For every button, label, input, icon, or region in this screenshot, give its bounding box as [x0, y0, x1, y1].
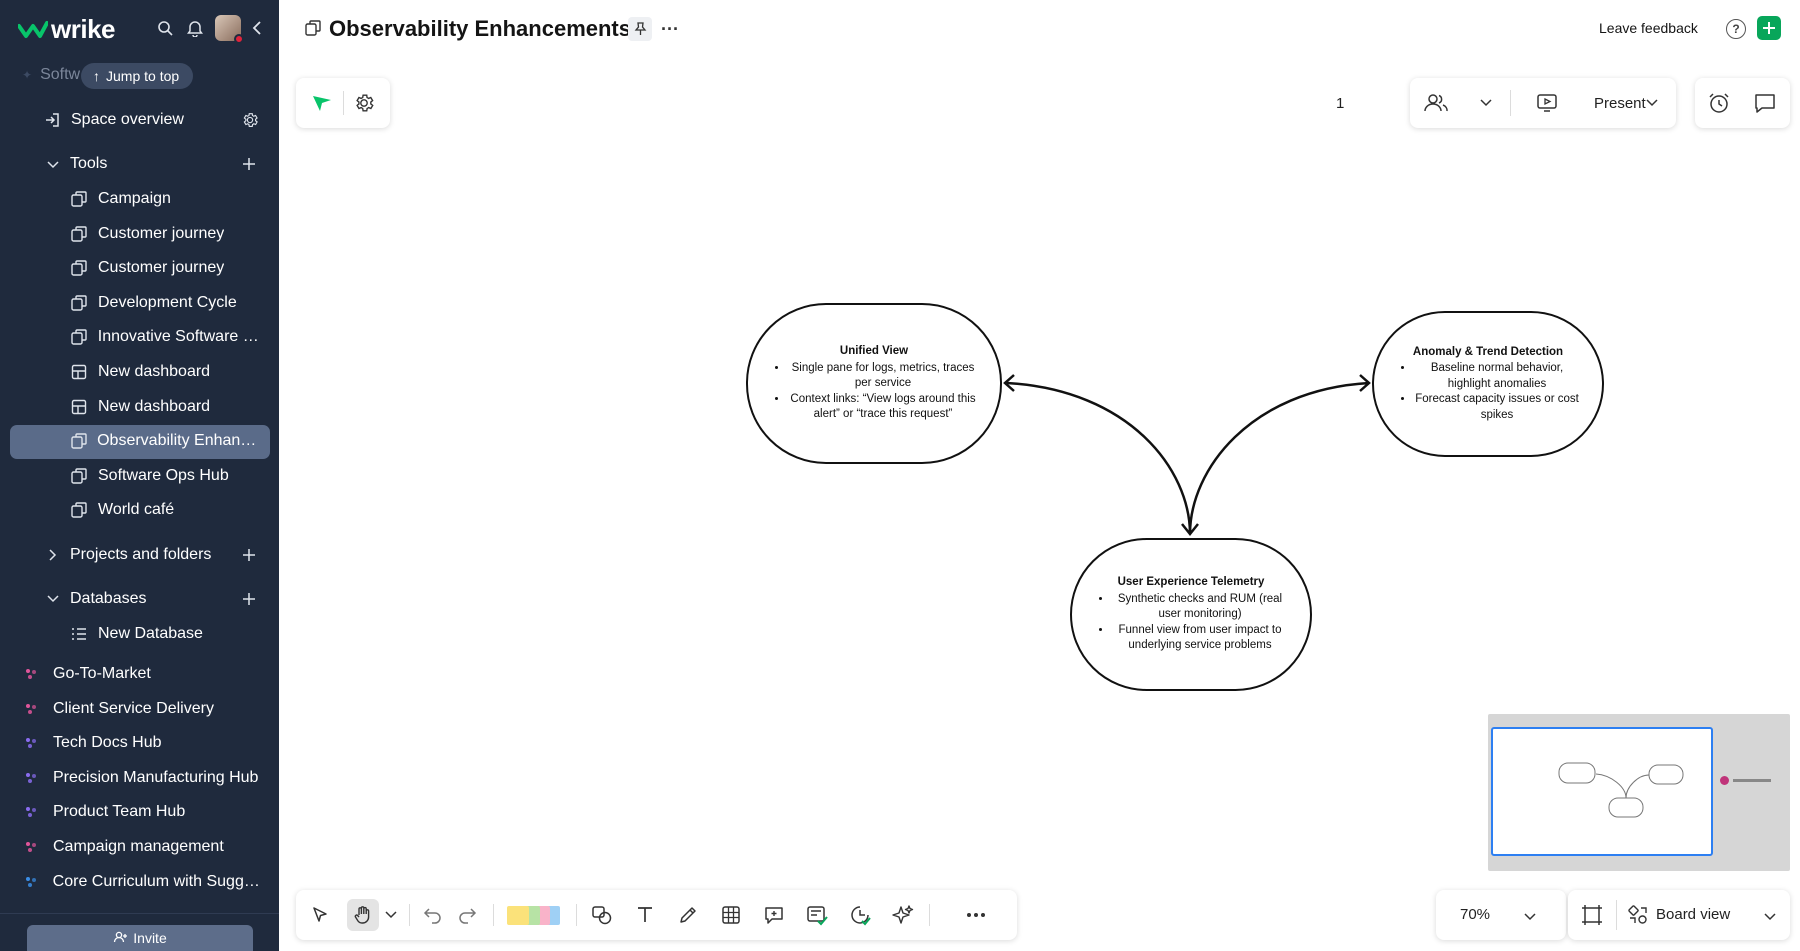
more-tools-icon[interactable] — [960, 899, 992, 931]
zoom-control[interactable]: 70% — [1436, 890, 1566, 940]
node-title: Unified View — [839, 345, 909, 358]
integration-icon[interactable] — [844, 899, 876, 931]
node-bullet: Context links: “View logs around this al… — [788, 392, 978, 423]
task-icon[interactable] — [801, 899, 833, 931]
chevron-down-icon[interactable] — [1764, 908, 1776, 926]
pen-icon[interactable] — [672, 899, 704, 931]
node-bullet: Single pane for logs, metrics, traces pe… — [788, 361, 978, 392]
redo-icon[interactable] — [451, 899, 483, 931]
minimap-marker-line — [1733, 779, 1771, 782]
ai-sparkle-icon[interactable] — [887, 899, 919, 931]
zoom-level: 70% — [1460, 906, 1491, 923]
board-view-label[interactable]: Board view — [1656, 906, 1730, 923]
minimap-user-marker — [1720, 776, 1729, 785]
node-bullet: Forecast capacity issues or cost spikes — [1414, 392, 1580, 423]
toolbar-divider — [493, 904, 494, 926]
bottom-toolbar — [296, 890, 1017, 940]
table-icon[interactable] — [715, 899, 747, 931]
board-view-icon[interactable] — [1628, 905, 1648, 930]
node-bullet: Synthetic checks and RUM (real user moni… — [1112, 592, 1288, 623]
node-user-experience[interactable]: User Experience Telemetry Synthetic chec… — [1070, 538, 1312, 691]
comment-add-icon[interactable] — [758, 899, 790, 931]
node-title: User Experience Telemetry — [1117, 576, 1265, 589]
minimap-viewport[interactable] — [1491, 727, 1713, 856]
minimap-preview — [1558, 762, 1684, 818]
shapes-icon[interactable] — [586, 899, 618, 931]
chevron-down-icon[interactable] — [380, 899, 402, 931]
node-unified-view[interactable]: Unified View Single pane for logs, metri… — [746, 303, 1002, 464]
panel-divider — [1616, 900, 1617, 930]
connector-to-anomaly[interactable] — [1188, 381, 1370, 535]
undo-icon[interactable] — [417, 899, 449, 931]
connector-to-unified-view[interactable] — [1006, 381, 1192, 535]
view-switcher: Board view — [1568, 890, 1790, 940]
text-tool-icon[interactable] — [629, 899, 661, 931]
toolbar-divider — [576, 904, 577, 926]
node-title: Anomaly & Trend Detection — [1412, 345, 1564, 358]
hand-pan-icon[interactable] — [347, 899, 379, 931]
node-bullet: Funnel view from user impact to underlyi… — [1112, 623, 1288, 654]
select-cursor-icon[interactable] — [304, 899, 336, 931]
node-bullet: Baseline normal behavior, highlight anom… — [1414, 361, 1580, 392]
frame-icon[interactable] — [1580, 903, 1604, 932]
chevron-down-icon[interactable] — [1524, 908, 1536, 926]
minimap[interactable] — [1488, 714, 1790, 871]
sticky-notes-icon[interactable] — [503, 899, 567, 931]
toolbar-divider — [929, 904, 930, 926]
node-anomaly-trend[interactable]: Anomaly & Trend Detection Baseline norma… — [1372, 311, 1604, 457]
toolbar-divider — [409, 904, 410, 926]
